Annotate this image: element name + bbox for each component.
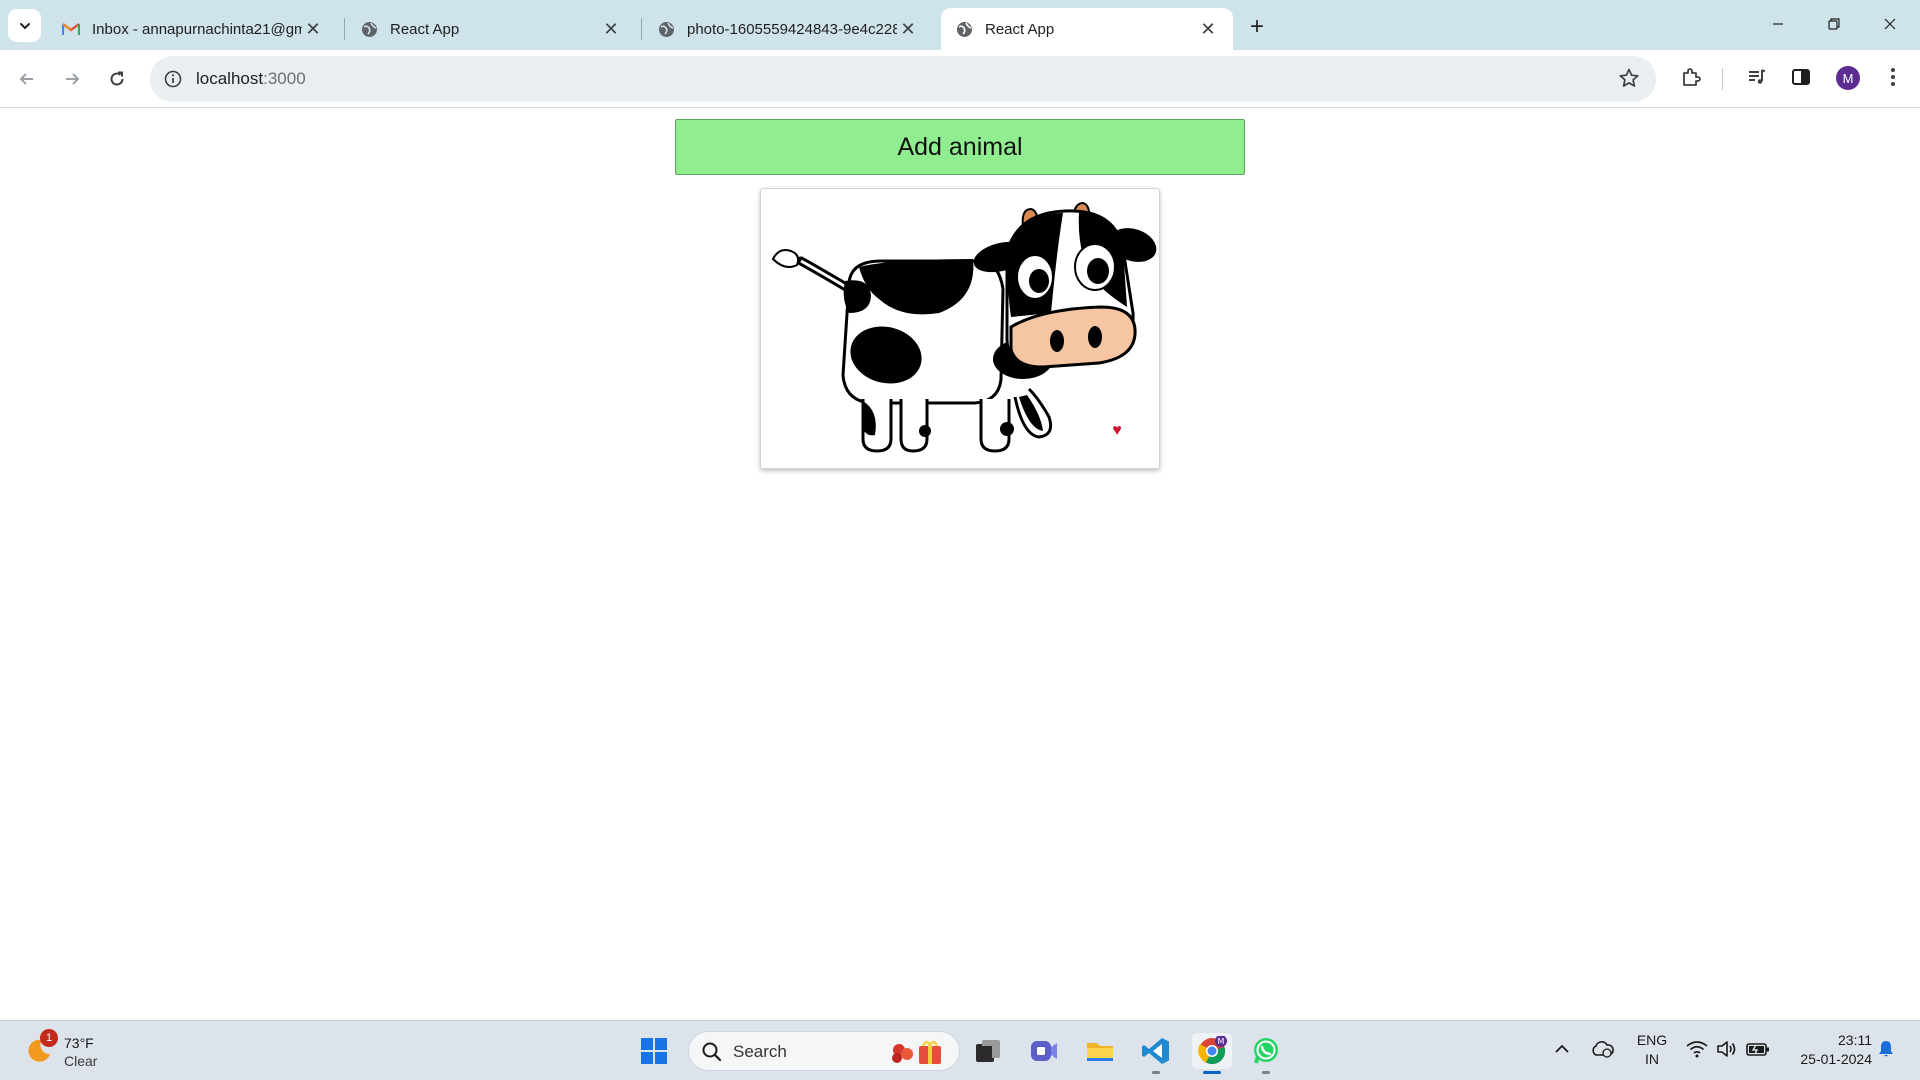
close-window-button[interactable] [1862, 0, 1918, 48]
restore-button[interactable] [1806, 0, 1862, 48]
site-info-icon[interactable] [162, 68, 184, 90]
tab-title: Inbox - annapurnachinta21@gmail.com - Gm… [92, 20, 302, 38]
tab-react-app-active[interactable]: React App ✕ [941, 8, 1233, 50]
url-host: localhost [196, 69, 264, 88]
tab-divider [641, 18, 642, 40]
back-button[interactable] [10, 62, 44, 96]
plus-icon: + [1249, 13, 1264, 40]
show-hidden-icons-chevron-up-icon[interactable] [1550, 1037, 1574, 1061]
globe-icon [657, 20, 675, 38]
file-explorer-icon[interactable] [1082, 1033, 1118, 1069]
tab-photo[interactable]: photo-1605559424843-9e4c228bf1c2 ✕ [643, 8, 933, 50]
tab-strip: Inbox - annapurnachinta21@gmail.com - Gm… [0, 0, 1920, 50]
close-icon [1884, 18, 1896, 30]
page-content: Add animal ♥ [0, 109, 1920, 1020]
onedrive-cloud-icon[interactable] [1588, 1037, 1616, 1061]
clock-date: 25-01-2024 [1800, 1051, 1872, 1067]
gmail-icon [62, 20, 80, 38]
restore-icon [1828, 18, 1840, 30]
side-panel-icon[interactable] [1786, 62, 1816, 92]
windows-start-icon[interactable] [636, 1033, 672, 1069]
active-indicator [1203, 1071, 1221, 1074]
teams-icon[interactable] [1026, 1033, 1062, 1069]
weather-temperature: 73°F [64, 1035, 94, 1051]
heart-icon[interactable]: ♥ [1107, 421, 1127, 441]
tab-divider [344, 18, 345, 40]
input-language-indicator[interactable]: ENG IN [1634, 1031, 1670, 1069]
address-bar[interactable]: localhost:3000 [150, 56, 1656, 102]
weather-badge: 1 [40, 1029, 58, 1047]
language-code: ENG [1636, 1032, 1668, 1048]
url-port: :3000 [263, 69, 306, 88]
minimize-button[interactable] [1750, 0, 1806, 48]
task-view-icon[interactable] [970, 1033, 1006, 1069]
close-icon[interactable]: ✕ [600, 18, 622, 40]
add-animal-button[interactable]: Add animal [675, 119, 1245, 175]
weather-widget[interactable]: 1 73°F Clear [22, 1029, 142, 1073]
close-icon[interactable]: ✕ [1197, 18, 1219, 40]
battery-icon[interactable] [1744, 1037, 1772, 1061]
reload-button[interactable] [100, 62, 134, 96]
svg-text:M: M [1218, 1037, 1225, 1046]
taskbar-search-placeholder: Search [733, 1042, 787, 1061]
globe-icon [360, 20, 378, 38]
close-icon[interactable]: ✕ [302, 18, 324, 40]
wifi-icon[interactable] [1684, 1037, 1710, 1061]
tab-search-button[interactable] [8, 9, 41, 42]
toolbar-divider [1722, 68, 1723, 90]
cow-illustration [771, 201, 1157, 453]
notification-bell-icon[interactable] [1874, 1037, 1898, 1061]
forward-button[interactable] [55, 62, 89, 96]
search-icon [702, 1042, 722, 1062]
tab-title: React App [985, 20, 1055, 38]
system-clock[interactable]: 23:11 25-01-2024 [1780, 1031, 1872, 1069]
reload-icon [110, 71, 124, 86]
chevron-down-icon [19, 22, 30, 29]
minimize-icon [1773, 23, 1783, 25]
arrow-left-icon [19, 73, 33, 85]
arrow-right-icon [66, 73, 80, 85]
more-menu-icon[interactable] [1878, 62, 1908, 92]
tab-title: photo-1605559424843-9e4c228bf1c2 [687, 20, 897, 38]
tab-title: React App [390, 20, 460, 38]
chrome-icon[interactable]: M [1192, 1033, 1232, 1069]
url-text[interactable]: localhost:3000 [196, 69, 306, 89]
gift-flowers-icon [892, 1040, 941, 1064]
taskbar-search[interactable]: Search [688, 1031, 960, 1071]
clock-time: 23:11 [1838, 1032, 1872, 1048]
profile-avatar[interactable]: M [1836, 66, 1860, 90]
running-indicator [1152, 1071, 1160, 1074]
bookmark-star-icon[interactable] [1618, 67, 1642, 91]
language-region: IN [1645, 1051, 1659, 1067]
globe-icon [955, 20, 973, 38]
running-indicator [1262, 1071, 1270, 1074]
close-icon[interactable]: ✕ [897, 18, 919, 40]
whatsapp-icon[interactable] [1248, 1033, 1284, 1069]
extensions-puzzle-icon[interactable] [1676, 62, 1706, 92]
weather-condition: Clear [64, 1053, 98, 1069]
browser-toolbar: localhost:3000 M [0, 50, 1920, 108]
new-tab-button[interactable]: + [1242, 12, 1272, 42]
animal-card[interactable]: ♥ [760, 188, 1160, 469]
tab-gmail[interactable]: Inbox - annapurnachinta21@gmail.com - Gm… [48, 8, 338, 50]
vscode-icon[interactable] [1138, 1033, 1174, 1069]
windows-taskbar: 1 73°F Clear Search M ENG IN 23:11 25-01… [0, 1020, 1920, 1080]
volume-icon[interactable] [1714, 1037, 1740, 1061]
tab-react-app[interactable]: React App ✕ [346, 8, 636, 50]
media-control-icon[interactable] [1742, 62, 1772, 92]
